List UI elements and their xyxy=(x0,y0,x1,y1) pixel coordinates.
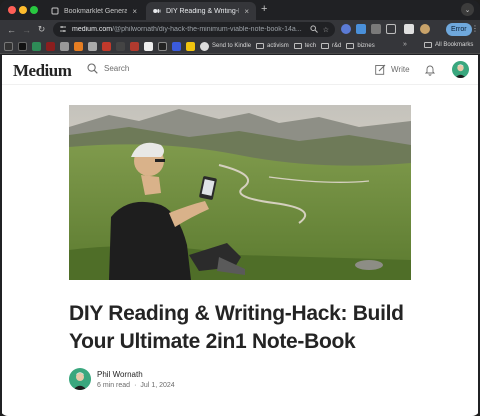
white-bookmark-icon[interactable] xyxy=(144,41,153,51)
browser-menu-icon[interactable]: ⋮ xyxy=(471,24,479,33)
web-page: Medium Search Write DIY Reading & Writin… xyxy=(2,55,478,416)
x-bookmark-icon[interactable] xyxy=(158,41,167,51)
write-icon xyxy=(375,64,386,75)
tab-title: DIY Reading & Writing-Hack xyxy=(166,7,239,15)
medium-bookmark-icon[interactable] xyxy=(18,41,27,51)
user-avatar[interactable] xyxy=(452,61,469,78)
extension-gray-icon[interactable] xyxy=(371,24,381,34)
yellow-bookmark-icon[interactable] xyxy=(186,41,195,51)
extension-puzzle-icon[interactable] xyxy=(386,24,396,34)
article-meta: 6 min read · Jul 1, 2024 xyxy=(97,382,175,389)
bookmark-label: biznes xyxy=(357,43,375,49)
address-bar[interactable]: medium.com/@philwornath/diy-hack-the-min… xyxy=(53,22,335,37)
forward-arrow-icon[interactable]: → xyxy=(19,25,34,35)
browser-window: Bookmarklet Generator × DIY Reading & Wr… xyxy=(0,0,480,416)
all-bookmarks-label: All Bookmarks xyxy=(435,42,474,48)
bookmark-folder-tech[interactable]: tech xyxy=(293,43,317,49)
notifications-bell-icon[interactable] xyxy=(424,63,436,81)
update-error-button[interactable]: Error xyxy=(446,23,472,36)
folder-icon xyxy=(256,43,265,49)
url-host: medium.com xyxy=(72,26,113,33)
red-m-bookmark-icon[interactable] xyxy=(102,41,111,51)
orange-bookmark-icon[interactable] xyxy=(74,41,83,51)
green-bookmark-icon[interactable] xyxy=(32,41,41,51)
search-input[interactable]: Search xyxy=(87,63,129,74)
tab-search-icon[interactable]: ⌄ xyxy=(461,3,474,16)
bookmark-label: tech xyxy=(304,43,317,49)
sidebar-toggle-icon[interactable] xyxy=(404,24,414,34)
author-name[interactable]: Phil Wornath xyxy=(97,370,175,379)
tab-close-icon[interactable]: × xyxy=(244,7,249,16)
search-placeholder: Search xyxy=(104,64,130,73)
search-icon xyxy=(87,63,98,74)
minimize-window-button[interactable] xyxy=(19,6,27,14)
folder-icon xyxy=(346,43,355,49)
brick-bookmark-icon[interactable] xyxy=(130,41,139,51)
folder-icon xyxy=(424,42,432,48)
author-avatar[interactable] xyxy=(69,368,91,390)
new-tab-button[interactable]: + xyxy=(261,3,267,15)
publish-date: Jul 1, 2024 xyxy=(140,381,175,389)
maximize-window-button[interactable] xyxy=(30,6,38,14)
medium-header: Medium Search Write xyxy=(2,55,478,85)
bookmark-folder-rd[interactable]: r&d xyxy=(321,43,341,49)
tab-strip: Bookmarklet Generator × DIY Reading & Wr… xyxy=(0,0,480,20)
read-time: 6 min read xyxy=(97,381,131,389)
blue-bookmark-icon[interactable] xyxy=(172,41,181,51)
hero-image xyxy=(69,105,411,280)
medium-favicon-icon xyxy=(153,7,161,15)
tab-close-icon[interactable]: × xyxy=(132,7,137,16)
author-block: Phil Wornath 6 min read · Jul 1, 2024 xyxy=(69,368,175,390)
dev-bookmark-icon[interactable] xyxy=(116,41,125,51)
tab-diy-reading[interactable]: DIY Reading & Writing-Hack × xyxy=(146,2,256,20)
zoom-icon[interactable] xyxy=(310,24,318,35)
article-title: DIY Reading & Writing-Hack: Build Your U… xyxy=(69,302,404,353)
meta-separator: · xyxy=(134,381,137,389)
bookmark-send-to-kindle[interactable]: Send to Kindle xyxy=(200,41,252,51)
bookmark-folder-biznes[interactable]: biznes xyxy=(346,43,375,49)
gray-bookmark-icon[interactable] xyxy=(60,41,69,51)
close-window-button[interactable] xyxy=(8,6,16,14)
bookmarks-bar: Send to Kindle activism tech r&d biznes … xyxy=(0,39,480,54)
bookmarklet-favicon-icon xyxy=(51,7,59,15)
tab-bookmarklet-generator[interactable]: Bookmarklet Generator × xyxy=(44,2,144,20)
url-path: /@philwornath/diy-hack-the-minimum-viabl… xyxy=(112,26,302,33)
all-bookmarks-button[interactable]: All Bookmarks xyxy=(424,42,473,48)
red-bookmark-icon[interactable] xyxy=(46,41,55,51)
folder-icon xyxy=(293,43,302,49)
write-button[interactable]: Write xyxy=(375,64,410,75)
reload-icon[interactable]: ↻ xyxy=(34,24,49,35)
folder-icon xyxy=(321,43,330,49)
bookmark-star-icon[interactable]: ☆ xyxy=(323,26,329,34)
extension-blue-icon[interactable] xyxy=(356,24,366,34)
toolbar: ← → ↻ medium.com/@philwornath/diy-hack-t… xyxy=(0,20,480,39)
tab-title: Bookmarklet Generator xyxy=(64,7,128,15)
light-bookmark-icon[interactable] xyxy=(88,41,97,51)
kindle-icon xyxy=(200,41,209,51)
profile-avatar-icon[interactable] xyxy=(420,24,430,34)
site-info-icon[interactable] xyxy=(59,25,67,35)
url-text: medium.com/@philwornath/diy-hack-the-min… xyxy=(72,26,305,33)
bookmark-label: Send to Kindle xyxy=(212,43,252,49)
write-label: Write xyxy=(391,65,410,74)
bookmark-folder-activism[interactable]: activism xyxy=(256,43,289,49)
back-arrow-icon[interactable]: ← xyxy=(4,25,19,35)
github-icon[interactable] xyxy=(4,41,13,51)
bookmark-label: r&d xyxy=(332,43,342,49)
author-info: Phil Wornath 6 min read · Jul 1, 2024 xyxy=(97,370,175,389)
bookmarks-overflow-button[interactable]: » xyxy=(403,41,407,48)
medium-logo[interactable]: Medium xyxy=(13,61,72,81)
bookmark-label: activism xyxy=(267,43,289,49)
extension-globe-icon[interactable] xyxy=(341,24,351,34)
